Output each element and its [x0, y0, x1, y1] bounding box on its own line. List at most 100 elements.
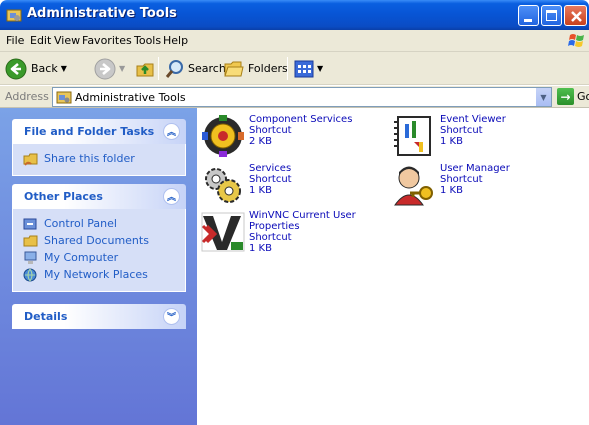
event-viewer-icon — [394, 116, 431, 156]
share-folder-label: Share this folder — [44, 152, 135, 165]
views-icon — [294, 60, 314, 77]
file-type: Shortcut — [249, 174, 292, 185]
task-pane: File and Folder Tasks ︽ Share this folde… — [0, 108, 197, 425]
share-folder-link[interactable]: Share this folder — [23, 150, 185, 167]
file-name: Event Viewer — [440, 114, 506, 125]
toolbar: Back ▼ ▼ Search Folders ▼ — [0, 52, 589, 85]
up-folder-icon — [136, 63, 154, 76]
my-computer-link[interactable]: My Computer — [23, 249, 185, 266]
minimize-icon — [524, 19, 532, 22]
folders-icon — [224, 61, 244, 76]
menu-view[interactable]: View — [54, 34, 80, 47]
panel-header[interactable]: File and Folder Tasks ︽ — [12, 119, 186, 144]
forward-button[interactable]: ▼ — [94, 56, 125, 81]
file-name: Component Services — [249, 114, 353, 125]
shared-documents-link[interactable]: Shared Documents — [23, 232, 185, 249]
back-button[interactable]: Back ▼ — [5, 56, 67, 81]
title-bar[interactable]: Administrative Tools — [0, 0, 589, 30]
back-label: Back — [31, 62, 58, 75]
collapse-chevron-icon[interactable]: ︽ — [163, 123, 180, 140]
panel-header[interactable]: Other Places ︽ — [12, 184, 186, 209]
search-label: Search — [188, 62, 226, 75]
back-arrow-icon — [5, 58, 27, 79]
forward-dropdown-icon[interactable]: ▼ — [119, 64, 125, 73]
file-size: 1 KB — [440, 185, 463, 196]
details-panel: Details ︾ — [12, 304, 186, 329]
menu-edit[interactable]: Edit — [30, 34, 51, 47]
menu-favorites[interactable]: Favorites — [82, 34, 132, 47]
shared-documents-icon — [23, 235, 38, 246]
search-icon — [165, 59, 183, 78]
my-network-places-label: My Network Places — [44, 268, 148, 281]
windows-flag-icon — [568, 34, 584, 47]
views-button[interactable]: ▼ — [294, 56, 323, 81]
collapse-chevron-icon[interactable]: ︽ — [163, 188, 180, 205]
file-name: Services — [249, 163, 292, 174]
file-item-winvnc[interactable]: WinVNC Current User Properties Shortcut … — [201, 210, 391, 254]
up-folder-button[interactable] — [135, 56, 155, 81]
control-panel-label: Control Panel — [44, 217, 117, 230]
views-dropdown-icon[interactable]: ▼ — [317, 64, 323, 73]
panel-title: Other Places — [24, 190, 103, 203]
address-label: Address — [5, 90, 49, 103]
maximize-icon — [546, 10, 557, 21]
share-folder-icon — [23, 153, 38, 166]
address-field[interactable]: Administrative Tools ▼ — [52, 87, 552, 107]
panel-header[interactable]: Details ︾ — [12, 304, 186, 329]
file-name: WinVNC Current User Properties — [249, 210, 356, 232]
window-title: Administrative Tools — [27, 6, 177, 21]
menu-file[interactable]: File — [6, 34, 24, 47]
go-label: Go — [577, 90, 589, 103]
winvnc-icon — [201, 212, 245, 252]
shared-documents-label: Shared Documents — [44, 234, 149, 247]
network-places-icon — [23, 268, 37, 281]
menu-tools[interactable]: Tools — [134, 34, 161, 47]
control-panel-icon — [23, 218, 37, 229]
forward-arrow-icon — [94, 58, 116, 79]
go-button[interactable]: → Go — [557, 88, 589, 105]
search-button[interactable]: Search — [164, 56, 226, 81]
file-folder-tasks-panel: File and Folder Tasks ︽ Share this folde… — [12, 119, 186, 176]
panel-title: File and Folder Tasks — [24, 125, 155, 138]
my-network-places-link[interactable]: My Network Places — [23, 266, 185, 283]
back-dropdown-icon[interactable]: ▼ — [61, 64, 67, 73]
file-item-component-services[interactable]: Component Services Shortcut 2 KB — [201, 114, 391, 158]
expand-chevron-icon[interactable]: ︾ — [163, 308, 180, 325]
my-computer-icon — [24, 251, 37, 264]
file-size: 1 KB — [249, 185, 272, 196]
file-type: Shortcut — [249, 232, 292, 243]
file-type: Shortcut — [440, 174, 483, 185]
close-icon — [571, 11, 582, 22]
control-panel-link[interactable]: Control Panel — [23, 215, 185, 232]
component-services-icon — [202, 115, 244, 157]
file-item-services[interactable]: Services Shortcut 1 KB — [201, 163, 391, 207]
file-type: Shortcut — [249, 125, 292, 136]
address-bar: Address Administrative Tools ▼ → Go — [0, 86, 589, 108]
user-manager-icon — [394, 166, 433, 206]
file-item-user-manager[interactable]: User Manager Shortcut 1 KB — [392, 163, 582, 207]
address-value: Administrative Tools — [75, 91, 186, 104]
toolbar-separator — [158, 57, 159, 80]
toolbar-separator — [287, 57, 288, 80]
file-size: 1 KB — [249, 243, 272, 254]
admin-tools-icon — [6, 9, 22, 22]
file-item-event-viewer[interactable]: Event Viewer Shortcut 1 KB — [392, 114, 582, 158]
admin-tools-icon — [56, 91, 72, 104]
maximize-button[interactable] — [541, 5, 562, 26]
file-size: 2 KB — [249, 136, 272, 147]
panel-title: Details — [24, 310, 68, 323]
close-button[interactable] — [564, 5, 587, 26]
address-dropdown-icon[interactable]: ▼ — [535, 88, 551, 106]
other-places-panel: Other Places ︽ Control Panel Shared Docu… — [12, 184, 186, 292]
file-name: User Manager — [440, 163, 510, 174]
file-list: Component Services Shortcut 2 KB Event V… — [197, 108, 589, 425]
menu-help[interactable]: Help — [163, 34, 188, 47]
folders-label: Folders — [248, 62, 288, 75]
folders-button[interactable]: Folders — [223, 56, 288, 81]
minimize-button[interactable] — [518, 5, 539, 26]
menu-bar: File Edit View Favorites Tools Help — [0, 30, 589, 52]
my-computer-label: My Computer — [44, 251, 119, 264]
go-arrow-icon: → — [557, 88, 574, 105]
services-gears-icon — [205, 168, 241, 203]
file-size: 1 KB — [440, 136, 463, 147]
